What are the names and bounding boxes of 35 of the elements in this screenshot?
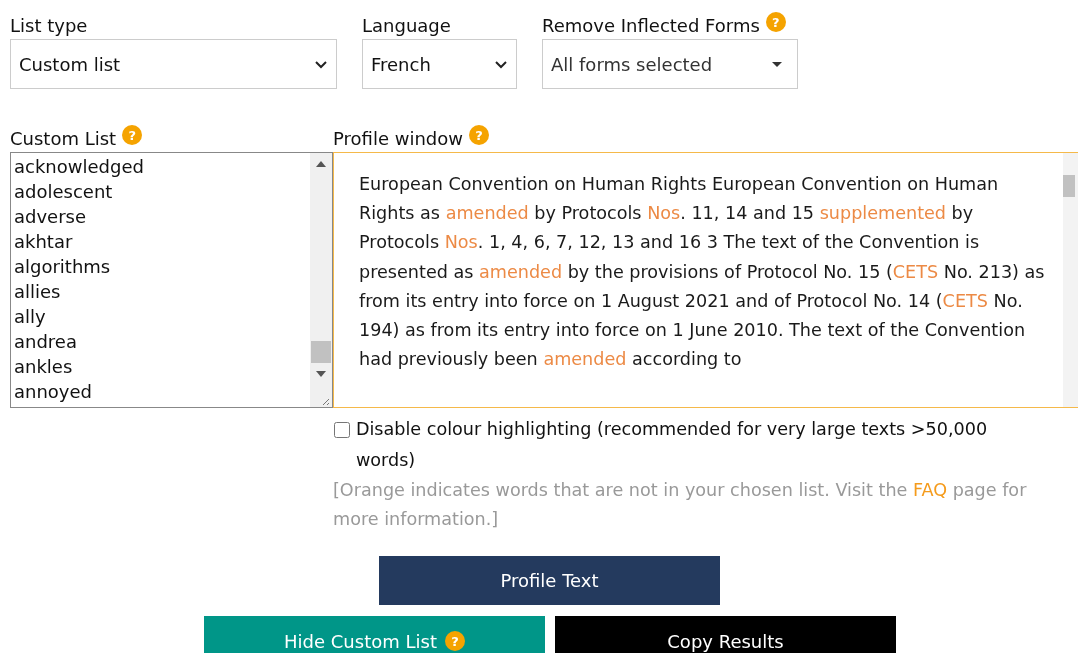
chevron-down-icon xyxy=(494,59,508,69)
language-label: Language xyxy=(362,14,452,38)
inflected-forms-dropdown[interactable]: All forms selected xyxy=(542,39,798,89)
caret-down-icon xyxy=(771,60,783,68)
custom-list-label: Custom List xyxy=(10,127,117,151)
list-item[interactable]: ankles xyxy=(14,354,310,379)
checkbox[interactable] xyxy=(334,422,350,438)
list-item[interactable]: adolescent xyxy=(14,179,310,204)
scroll-down-icon[interactable] xyxy=(316,371,326,377)
list-type-dropdown[interactable]: Custom list xyxy=(10,39,337,89)
scrollbar[interactable] xyxy=(310,153,332,407)
list-item[interactable]: andrea xyxy=(14,329,310,354)
scrollbar[interactable] xyxy=(1063,153,1078,407)
profile-window-label: Profile window xyxy=(333,127,463,151)
chevron-down-icon xyxy=(314,59,328,69)
list-item[interactable]: adverse xyxy=(14,204,310,229)
language-dropdown[interactable]: French xyxy=(362,39,517,89)
checkbox-label: Disable colour highlighting (recommended for very large texts >50,000 words) xyxy=(355,418,989,472)
list-item[interactable]: allies xyxy=(14,279,310,304)
list-item[interactable]: ally xyxy=(14,304,310,329)
resize-grip-icon[interactable] xyxy=(320,396,330,406)
hide-custom-list-button[interactable]: Hide Custom List ? xyxy=(204,616,545,653)
scroll-thumb[interactable] xyxy=(311,341,331,363)
copy-results-button[interactable]: Copy Results xyxy=(555,616,896,653)
list-type-label: List type xyxy=(10,14,89,38)
inflected-forms-label: Remove Inflected Forms xyxy=(542,14,760,38)
custom-list-box[interactable]: acknowledged adolescent adverse akhtar algorithms allies ally andrea ankles annoyed xyxy=(10,152,333,408)
list-item[interactable]: annoyed xyxy=(14,379,310,404)
scroll-up-icon[interactable] xyxy=(316,161,326,167)
scroll-thumb[interactable] xyxy=(1063,175,1075,197)
list-item[interactable]: akhtar xyxy=(14,229,310,254)
list-item[interactable]: algorithms xyxy=(14,254,310,279)
list-item[interactable]: acknowledged xyxy=(14,154,310,179)
info-note: [Orange indicates words that are not in your chosen list. Visit the FAQ page for more information.] xyxy=(333,479,1028,531)
profile-text-button[interactable]: Profile Text xyxy=(379,556,720,605)
